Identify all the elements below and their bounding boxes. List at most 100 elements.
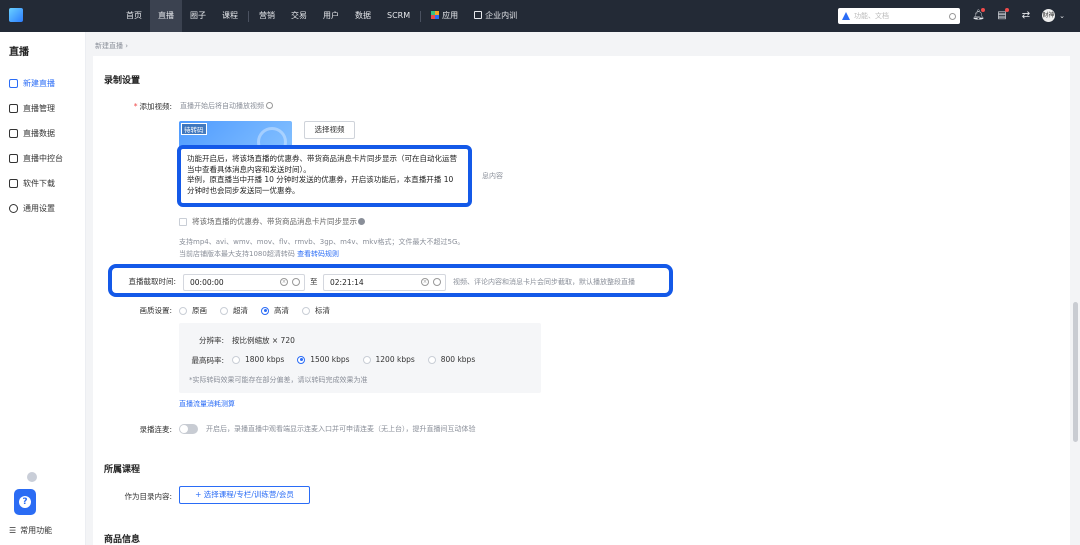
select-video-button[interactable]: 选择视频 (304, 121, 355, 139)
sidebar-title: 直播 (9, 47, 29, 58)
nav-circle[interactable]: 圈子 (182, 0, 214, 32)
nav-divider (248, 10, 249, 22)
sync-messages-checkbox[interactable]: 将该场直播的优惠券、带货商品消息卡片同步显示 (179, 216, 365, 227)
training-icon (474, 11, 483, 19)
sync-explanation-callout: 功能开启后，将该场直播的优惠券、带货商品消息卡片同步显示（可在自动化运营当中查看… (177, 145, 472, 207)
app-logo[interactable] (9, 8, 23, 22)
quality-radio-group: 原画 超清 高清 标清 (179, 305, 343, 316)
top-navigation-bar: 首页 直播 圈子 课程 营销 交易 用户 数据 SCRM 应用 企业内训 功能、… (0, 0, 1080, 32)
breadcrumb[interactable]: 新建直播 › (95, 41, 128, 51)
clip-time-label: 直播截取时间: (128, 277, 176, 286)
checkbox-box[interactable] (179, 217, 187, 226)
switch-icon[interactable]: ⇄ (1020, 10, 1032, 22)
clock-icon[interactable] (433, 278, 441, 286)
record-settings-title: 录制设置 (104, 76, 141, 86)
quality-option-standard[interactable]: 标清 (302, 305, 330, 316)
nav-users[interactable]: 用户 (315, 0, 347, 32)
resolution-label: 分辨率: (198, 336, 224, 345)
radio[interactable] (427, 355, 436, 364)
callout-line-2: 举例，原直播当中开播 10 分钟时发送的优惠券，开启该功能后，本直播开播 10 … (187, 175, 454, 195)
callout-overflow-text: 息内容 (482, 172, 503, 180)
quality-option-original[interactable]: 原画 (179, 305, 207, 316)
main-nav: 首页 直播 圈子 课程 营销 交易 用户 数据 SCRM 应用 企业内训 (118, 0, 525, 32)
console-icon (9, 153, 18, 163)
bitrate-label: 最高码率: (191, 356, 224, 365)
format-hint: 支持mp4、avi、wmv、mov、flv、rmvb、3gp、m4v、mkv格式… (179, 238, 465, 246)
nav-enterprise-training[interactable]: 企业内训 (466, 0, 525, 32)
nav-divider (420, 10, 422, 22)
traffic-estimate-link[interactable]: 直播流量消耗测算 (179, 399, 235, 409)
download-icon (9, 178, 18, 188)
help-bot-icon[interactable] (14, 489, 36, 515)
linkmic-toggle[interactable] (179, 424, 198, 434)
nav-scrm[interactable]: SCRM (379, 0, 418, 32)
clip-start-input[interactable]: 00:00:00 × (183, 274, 305, 291)
nav-apps[interactable]: 应用 (423, 0, 466, 32)
live-manage-icon (9, 103, 18, 113)
radio[interactable] (302, 306, 310, 315)
menu-icon: ☰ (9, 526, 17, 535)
nav-data[interactable]: 数据 (347, 0, 379, 32)
callout-line-1: 功能开启后，将该场直播的优惠券、带货商品消息卡片同步显示（可在自动化运营当中查看… (187, 154, 457, 174)
resolution-value: 按比例缩放 × 720 (232, 336, 295, 345)
nav-marketing[interactable]: 营销 (251, 0, 283, 32)
clear-icon[interactable]: × (280, 278, 288, 286)
live-data-icon (9, 128, 18, 138)
common-functions[interactable]: ☰ 常用功能 (9, 525, 52, 536)
transcode-note: *实际转码效果可能存在部分偏差，请以转码完成效果为准 (189, 376, 368, 384)
clip-to-separator: 至 (310, 277, 318, 286)
bitrate-option-1500[interactable]: 1500 kbps (297, 355, 350, 364)
page-scrollbar[interactable] (1073, 302, 1078, 442)
avatar[interactable]: 财神 (1042, 9, 1055, 22)
course-section-title: 所属课程 (104, 465, 141, 475)
info-icon[interactable] (358, 218, 365, 225)
bitrate-option-800[interactable]: 800 kbps (427, 355, 475, 364)
select-course-button[interactable]: + 选择课程/专栏/训练营/会员 (179, 486, 310, 504)
search-input[interactable]: 功能、文档 (854, 11, 949, 21)
quality-option-high[interactable]: 高清 (261, 305, 289, 316)
search-icon[interactable] (949, 12, 956, 20)
search-box[interactable]: 功能、文档 (838, 8, 960, 24)
nav-live[interactable]: 直播 (150, 0, 182, 32)
chevron-down-icon[interactable]: ⌄ (1058, 10, 1066, 22)
bitrate-option-1200[interactable]: 1200 kbps (362, 355, 415, 364)
info-icon[interactable] (266, 102, 274, 109)
sidebar-item-console[interactable]: 直播中控台 (9, 151, 63, 165)
add-video-hint: 直播开始后将自动播放视频 (180, 101, 274, 111)
notification-dot (981, 8, 985, 12)
sidebar-item-settings[interactable]: 通用设置 (9, 201, 55, 215)
sidebar-item-live-data[interactable]: 直播数据 (9, 126, 55, 140)
sidebar-item-live-manage[interactable]: 直播管理 (9, 101, 55, 115)
transcode-status-badge: 待转码 (181, 123, 207, 135)
quality-label: 画质设置: (139, 306, 172, 315)
sidebar-item-new-live[interactable]: 新建直播 (9, 76, 55, 90)
radio-selected[interactable] (261, 306, 269, 315)
store-version-hint: 当前店铺版本最大支持1080超清转码 查看转码规则 (179, 250, 340, 258)
clip-time-row: 直播截取时间: 00:00:00 × 至 02:21:14 × 视频、评论内容和… (108, 264, 673, 297)
radio[interactable] (362, 355, 371, 364)
quality-option-super[interactable]: 超清 (220, 305, 248, 316)
catalog-label: 作为目录内容: (124, 492, 172, 501)
required-mark: * (133, 102, 138, 111)
nav-home[interactable]: 首页 (118, 0, 150, 32)
add-video-label: * 添加视频: (133, 102, 172, 111)
store-dot (1005, 8, 1009, 12)
sidebar-item-download[interactable]: 软件下载 (9, 176, 55, 190)
nav-course[interactable]: 课程 (214, 0, 246, 32)
sidebar: 直播 新建直播 直播管理 直播数据 直播中控台 软件下载 通用设置 ☰常用功能 (0, 32, 86, 545)
radio[interactable] (232, 355, 240, 364)
transcode-rules-link[interactable]: 查看转码规则 (297, 250, 339, 258)
linkmic-hint: 开启后，录播直播中观看端显示连麦入口并可申请连麦（无上台），提升直播间互动体验 (206, 425, 476, 433)
clock-icon[interactable] (292, 278, 300, 286)
clear-icon[interactable]: × (421, 278, 429, 286)
collapse-icon[interactable] (27, 472, 37, 482)
clip-hint: 视频、评论内容和消息卡片会同步截取，默认播放整段直播 (453, 278, 635, 286)
radio[interactable] (220, 306, 228, 315)
gear-icon (9, 203, 18, 213)
bitrate-option-1800[interactable]: 1800 kbps (232, 355, 284, 364)
radio-selected[interactable] (297, 355, 306, 364)
linkmic-label: 录播连麦: (139, 425, 172, 434)
clip-end-input[interactable]: 02:21:14 × (323, 274, 446, 291)
nav-trade[interactable]: 交易 (283, 0, 315, 32)
radio[interactable] (179, 306, 187, 315)
